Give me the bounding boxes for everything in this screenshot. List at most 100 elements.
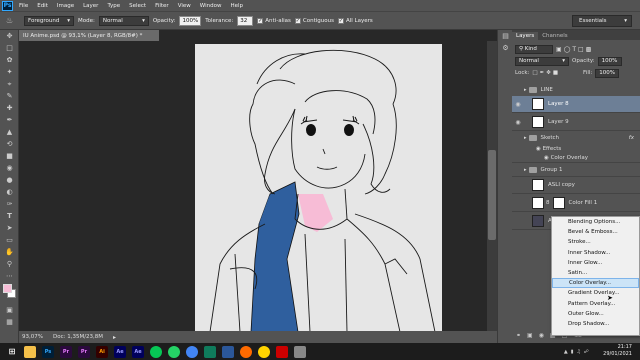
menu-file[interactable]: File — [19, 3, 28, 9]
eye-icon[interactable]: ◉ — [512, 101, 524, 108]
workspace-select[interactable]: Essentials ▾ — [572, 15, 632, 27]
crop-tool-icon[interactable]: ⌖ — [0, 78, 19, 90]
layer-row-layer-8[interactable]: ◉ Layer 8 — [512, 96, 640, 113]
type-tool-icon[interactable]: T — [0, 210, 19, 222]
illustrator-taskbar-icon[interactable]: Ai — [96, 345, 108, 358]
menu-edit[interactable]: Edit — [37, 3, 48, 9]
menu-stroke[interactable]: Stroke... — [552, 237, 639, 247]
tolerance-input[interactable]: 32 — [237, 15, 254, 26]
marquee-tool-icon[interactable]: □ — [0, 42, 19, 54]
chevron-right-icon[interactable]: ▸ — [524, 167, 527, 173]
filter-type-icons[interactable]: ▣◯T□▩ — [556, 46, 593, 53]
clone-stamp-icon[interactable]: ▲ — [0, 126, 19, 138]
eye-icon[interactable]: ◉ — [512, 119, 524, 126]
path-selection-icon[interactable]: ➤ — [0, 222, 19, 234]
menu-layer[interactable]: Layer — [83, 3, 98, 9]
tab-channels[interactable]: Channels — [538, 32, 571, 40]
menu-drop-shadow[interactable]: Drop Shadow... — [552, 319, 639, 329]
layer-kind-filter[interactable]: ⚲ Kind — [515, 44, 553, 54]
menu-blending-options[interactable]: Blending Options... — [552, 217, 639, 227]
photoshop-taskbar-icon[interactable]: Ps — [42, 345, 54, 358]
menu-help[interactable]: Help — [230, 3, 243, 9]
paint-bucket-icon[interactable]: ♨ — [6, 16, 20, 25]
app-icon-red[interactable] — [276, 345, 288, 358]
hand-tool-icon[interactable]: ✋ — [0, 246, 19, 258]
color-overlay-effect-row[interactable]: ◉ Color Overlay — [512, 153, 640, 163]
move-tool-icon[interactable]: ✥ — [0, 30, 19, 42]
screen-mode-icon[interactable]: ▦ — [0, 316, 19, 328]
menu-inner-glow[interactable]: Inner Glow... — [552, 258, 639, 268]
quick-mask-icon[interactable]: ▣ — [0, 304, 19, 316]
zoom-level[interactable]: 93,07% — [22, 334, 43, 340]
after-effects-taskbar-icon[interactable]: Ae — [114, 345, 126, 358]
color-swatches[interactable] — [0, 282, 18, 304]
eraser-tool-icon[interactable]: ■ — [0, 150, 19, 162]
premiere-taskbar-icon-2[interactable]: Pr — [78, 345, 90, 358]
foreground-color-swatch[interactable] — [3, 284, 12, 293]
menu-select[interactable]: Select — [129, 3, 146, 9]
paint-bucket-tool-icon[interactable]: ◉ — [0, 162, 19, 174]
blur-tool-icon[interactable]: ● — [0, 174, 19, 186]
app-icon-yellow[interactable] — [258, 345, 270, 358]
healing-brush-icon[interactable]: ✚ — [0, 102, 19, 114]
menu-view[interactable]: View — [178, 3, 191, 9]
after-effects-taskbar-icon-2[interactable]: Ae — [132, 345, 144, 358]
whatsapp-icon[interactable] — [168, 345, 180, 358]
system-tray-icons[interactable]: ▲▮♫☍ — [564, 349, 592, 355]
menu-window[interactable]: Window — [200, 3, 222, 9]
lasso-tool-icon[interactable]: ✿ — [0, 54, 19, 66]
brush-tool-icon[interactable]: ✒ — [0, 114, 19, 126]
effects-row[interactable]: ◉ Effects — [512, 144, 640, 153]
menu-bevel-emboss[interactable]: Bevel & Emboss... — [552, 227, 639, 237]
app-icon-grey[interactable] — [294, 345, 306, 358]
dodge-tool-icon[interactable]: ◐ — [0, 186, 19, 198]
properties-panel-icon[interactable]: ⚙ — [498, 42, 513, 54]
tab-layers[interactable]: Layers — [512, 32, 539, 40]
chevron-right-icon[interactable]: ▸ — [524, 87, 527, 93]
zoom-tool-icon[interactable]: ⚲ — [0, 258, 19, 270]
line-app-icon[interactable] — [150, 345, 162, 358]
menu-inner-shadow[interactable]: Inner Shadow... — [552, 248, 639, 258]
menu-filter[interactable]: Filter — [155, 3, 169, 9]
all-layers-checkbox[interactable]: ✓ All Layers — [337, 17, 373, 24]
layer-row-layer-9[interactable]: ◉ Layer 9 — [512, 114, 640, 131]
chevron-right-icon[interactable]: ▸ — [524, 135, 527, 141]
opacity-input[interactable]: 100% — [179, 15, 202, 26]
start-windows-icon[interactable]: ⊞ — [6, 346, 18, 358]
premiere-taskbar-icon[interactable]: Pr — [60, 345, 72, 358]
magic-wand-icon[interactable]: ✦ — [0, 66, 19, 78]
document-tab[interactable]: IU Anime.psd @ 93,1% (Layer 8, RGB/8#) * — [19, 30, 159, 41]
shape-tool-icon[interactable]: ▭ — [0, 234, 19, 246]
layer-fill-input[interactable]: 100% — [595, 68, 620, 78]
word-icon[interactable] — [222, 345, 234, 358]
excel-icon[interactable] — [204, 345, 216, 358]
document-canvas[interactable] — [195, 44, 442, 332]
menu-color-overlay[interactable]: Color Overlay... — [552, 278, 639, 289]
photoshop-logo[interactable]: Ps — [2, 0, 13, 11]
history-brush-icon[interactable]: ⟲ — [0, 138, 19, 150]
chrome-icon[interactable] — [186, 345, 198, 358]
eyedropper-icon[interactable]: ✎ — [0, 90, 19, 102]
menu-pattern-overlay[interactable]: Pattern Overlay... — [552, 299, 639, 309]
more-tools-icon[interactable]: ⋯ — [0, 270, 19, 282]
media-player-icon[interactable] — [240, 345, 252, 358]
vertical-scrollbar-thumb[interactable] — [488, 150, 496, 240]
layer-row-asli-copy[interactable]: ASLI copy — [512, 177, 640, 194]
contiguous-checkbox[interactable]: ✓ Contiguous — [294, 17, 334, 24]
layer-opacity-input[interactable]: 100% — [597, 56, 622, 66]
menu-satin[interactable]: Satin... — [552, 268, 639, 278]
history-panel-icon[interactable]: ▤ — [498, 30, 513, 42]
menu-image[interactable]: Image — [57, 3, 74, 9]
lock-icons[interactable]: □✒✥■ — [532, 70, 560, 76]
layer-row-group-1[interactable]: ▸ Group 1 — [512, 163, 640, 177]
menu-gradient-overlay[interactable]: Gradient Overlay... — [552, 288, 639, 298]
layer-row-color-fill-1[interactable]: 8 Color Fill 1 — [512, 195, 640, 212]
fx-icon[interactable]: fx — [629, 135, 634, 141]
taskbar-clock[interactable]: 21:17 29/01/2021 — [603, 344, 632, 358]
fill-source-select[interactable]: Foreground ▾ — [24, 15, 74, 26]
blend-mode-select[interactable]: Normal ▾ — [515, 56, 569, 66]
layer-row-sketch[interactable]: ▸ Sketch fx — [512, 132, 640, 144]
menu-outer-glow[interactable]: Outer Glow... — [552, 309, 639, 319]
file-explorer-icon[interactable] — [24, 345, 36, 358]
mode-select[interactable]: Normal ▾ — [98, 15, 149, 26]
